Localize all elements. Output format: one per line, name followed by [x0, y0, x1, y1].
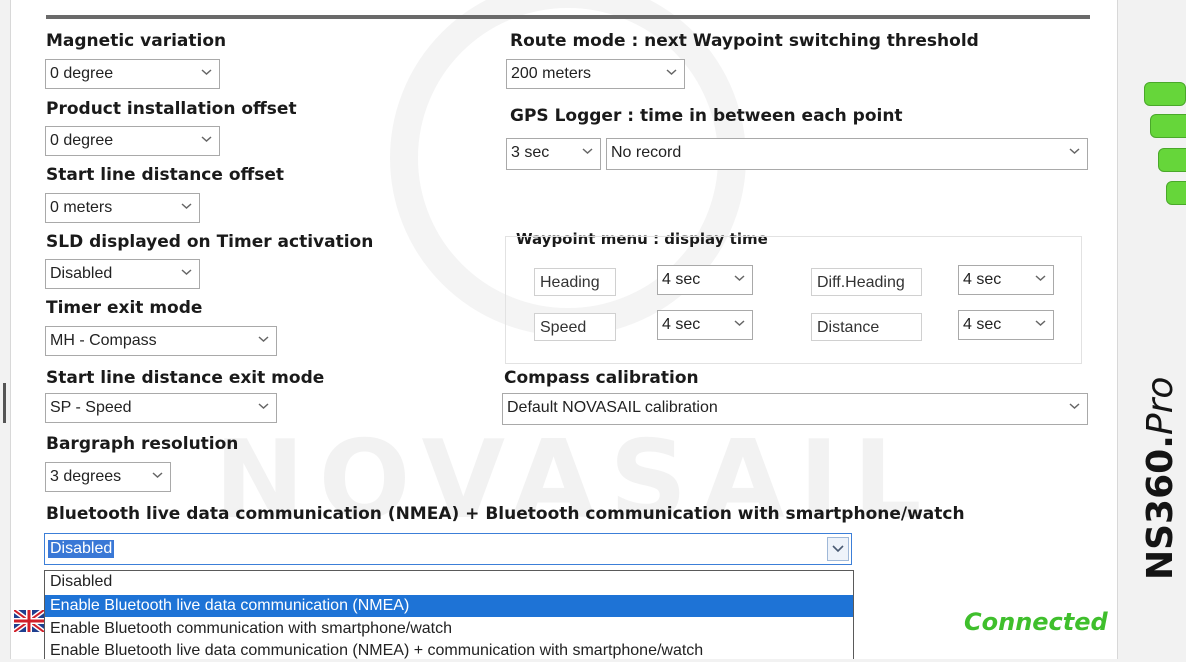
chevron-down-icon [201, 136, 212, 143]
wp-distance-value: 4 sec [963, 316, 1002, 333]
bluetooth-dropdown-button[interactable] [827, 537, 849, 561]
route-mode-value: 200 meters [511, 65, 592, 82]
timer-exit-mode-select[interactable]: MH - Compass [45, 326, 277, 356]
chevron-down-icon [734, 275, 745, 282]
bargraph-resolution-label: Bargraph resolution [46, 434, 239, 454]
status-led-3 [1158, 148, 1186, 172]
wp-speed-text: Speed [540, 319, 587, 336]
product-installation-offset-label: Product installation offset [46, 99, 297, 119]
wp-heading-text: Heading [540, 274, 600, 291]
route-mode-select[interactable]: 200 meters [506, 59, 685, 89]
waypoint-menu-group [505, 236, 1082, 364]
chevron-down-icon [734, 320, 745, 327]
header-divider [46, 15, 1090, 19]
chevron-down-icon [258, 336, 269, 343]
wp-heading-label: Heading [534, 268, 616, 296]
brand-logo: NS360.Pro [1140, 377, 1181, 580]
sld-timer-select[interactable]: Disabled [45, 259, 200, 289]
timer-exit-mode-value: MH - Compass [50, 332, 157, 349]
wp-diff-heading-select[interactable]: 4 sec [958, 265, 1054, 295]
start-line-distance-offset-select[interactable]: 0 meters [45, 193, 200, 223]
chevron-down-icon [181, 203, 192, 210]
sld-timer-value: Disabled [50, 265, 113, 282]
bargraph-resolution-value: 3 degrees [50, 468, 122, 485]
chevron-down-icon [181, 269, 192, 276]
product-installation-offset-select[interactable]: 0 degree [45, 126, 220, 156]
wp-diff-heading-text: Diff.Heading [817, 274, 905, 291]
brand-name: NS360. [1140, 435, 1181, 580]
scroll-indicator [3, 383, 6, 423]
wp-diff-heading-value: 4 sec [963, 271, 1002, 288]
wp-speed-value: 4 sec [662, 316, 701, 333]
connection-status: Connected [964, 608, 1108, 636]
chevron-down-icon [666, 69, 677, 76]
brand-suffix: Pro [1140, 376, 1181, 436]
bluetooth-select[interactable]: Disabled [44, 533, 852, 565]
bluetooth-dropdown-list: Disabled Enable Bluetooth live data comm… [44, 570, 854, 659]
route-mode-label: Route mode : next Waypoint switching thr… [510, 31, 979, 51]
chevron-down-icon [1069, 403, 1080, 410]
chevron-down-icon [1035, 275, 1046, 282]
status-led-1 [1144, 82, 1186, 106]
chevron-down-icon [1069, 148, 1080, 155]
product-installation-offset-value: 0 degree [50, 132, 114, 149]
start-line-exit-mode-label: Start line distance exit mode [46, 368, 325, 388]
gps-logger-label: GPS Logger : time in between each point [510, 106, 903, 126]
bluetooth-selected-value: Disabled [48, 540, 115, 558]
chevron-down-icon [201, 69, 212, 76]
start-line-distance-offset-label: Start line distance offset [46, 165, 285, 185]
wp-heading-select[interactable]: 4 sec [657, 265, 753, 295]
chevron-down-icon [1035, 320, 1046, 327]
wp-diff-heading-label: Diff.Heading [811, 268, 922, 296]
magnetic-variation-value: 0 degree [50, 65, 114, 82]
wp-speed-select[interactable]: 4 sec [657, 310, 753, 340]
wp-speed-label: Speed [534, 313, 616, 341]
magnetic-variation-select[interactable]: 0 degree [45, 59, 220, 89]
status-led-4 [1166, 181, 1186, 205]
compass-calibration-value: Default NOVASAIL calibration [507, 399, 718, 416]
gps-logger-interval-value: 3 sec [511, 144, 550, 161]
chevron-down-icon [152, 472, 163, 479]
status-led-2 [1150, 114, 1186, 138]
wp-distance-select[interactable]: 4 sec [958, 310, 1054, 340]
bluetooth-option-nmea[interactable]: Enable Bluetooth live data communication… [45, 595, 853, 617]
sld-timer-label: SLD displayed on Timer activation [46, 232, 374, 252]
compass-calibration-select[interactable]: Default NOVASAIL calibration [502, 393, 1088, 425]
gps-logger-interval-select[interactable]: 3 sec [506, 138, 601, 170]
bargraph-resolution-select[interactable]: 3 degrees [45, 462, 171, 492]
bluetooth-option-disabled[interactable]: Disabled [45, 571, 853, 593]
app-window: NOVASAIL Magnetic variation 0 degree Pro… [0, 0, 1186, 659]
compass-calibration-label: Compass calibration [504, 368, 699, 388]
chevron-down-icon [258, 403, 269, 410]
chevron-down-icon [832, 545, 844, 553]
bluetooth-label: Bluetooth live data communication (NMEA)… [46, 504, 965, 524]
wp-distance-label: Distance [811, 313, 922, 341]
wp-distance-text: Distance [817, 319, 880, 336]
timer-exit-mode-label: Timer exit mode [46, 298, 203, 318]
start-line-exit-mode-select[interactable]: SP - Speed [45, 393, 277, 423]
magnetic-variation-label: Magnetic variation [46, 31, 227, 51]
uk-flag-icon[interactable] [14, 610, 44, 632]
start-line-exit-mode-value: SP - Speed [50, 399, 132, 416]
bluetooth-option-smartphone[interactable]: Enable Bluetooth communication with smar… [45, 618, 853, 640]
gps-logger-record-select[interactable]: No record [606, 138, 1088, 170]
start-line-distance-offset-value: 0 meters [50, 199, 113, 216]
gps-logger-record-value: No record [611, 144, 682, 161]
wp-heading-value: 4 sec [662, 271, 701, 288]
chevron-down-icon [582, 148, 593, 155]
